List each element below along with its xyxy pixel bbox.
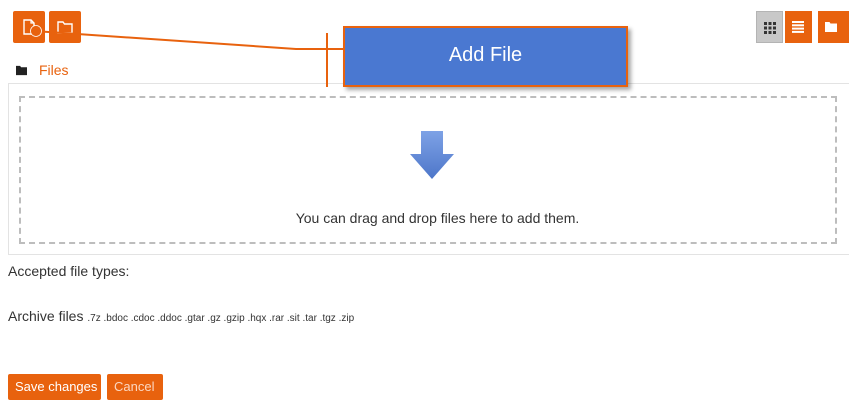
arrow-down-icon [410,131,454,179]
callout-text: Add File [448,44,523,66]
archive-files-label: Archive files [8,308,84,324]
accepted-types-list: Archive files .7z .bdoc .cdoc .ddoc .gta… [8,308,354,324]
file-manager: Files You can drag and drop files here t… [0,0,849,400]
accepted-types-heading: Accepted file types: [8,263,130,279]
save-changes-button[interactable]: Save changes [8,374,101,400]
cancel-button[interactable]: Cancel [107,374,163,400]
dropzone-message: You can drag and drop files here to add … [295,210,580,226]
callout: Add File [343,26,628,87]
archive-extensions: .7z .bdoc .cdoc .ddoc .gtar .gz .gzip .h… [87,313,355,324]
